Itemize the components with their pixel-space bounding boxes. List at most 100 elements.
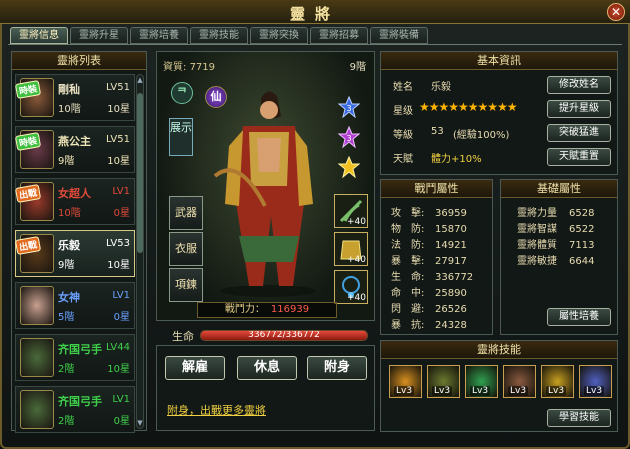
general-name: 齐国弓手 bbox=[58, 395, 102, 408]
attr-key: 靈將智謀 bbox=[517, 224, 557, 235]
general-name: 乐毅 bbox=[58, 239, 80, 252]
list-item[interactable]: 齐国弓手 LV44 2階 10星 bbox=[15, 334, 135, 381]
general-level: LV1 bbox=[112, 394, 130, 405]
gem-level-1: 3 bbox=[346, 104, 351, 113]
general-rank: 2階 bbox=[58, 416, 75, 427]
attr-value: 26526 bbox=[435, 304, 467, 315]
skill-icon[interactable]: Lv3 bbox=[465, 365, 498, 398]
rest-button[interactable]: 休息 bbox=[237, 356, 297, 380]
list-item[interactable]: 時裝 燕公主 LV51 9階 10星 bbox=[14, 126, 135, 173]
skill-icon[interactable]: Lv3 bbox=[579, 365, 612, 398]
exp-value: (經驗100%) bbox=[453, 130, 510, 141]
element-icon[interactable]: ᄏ bbox=[171, 82, 193, 104]
equip-necklace[interactable]: +40 bbox=[334, 270, 368, 304]
level-value: 53 bbox=[431, 126, 444, 137]
attr-key: 命 中: bbox=[391, 288, 425, 299]
power-label: 戰鬥力： bbox=[224, 304, 265, 315]
skill-icon[interactable]: Lv3 bbox=[389, 365, 422, 398]
attr-value: 14921 bbox=[435, 240, 467, 251]
tab-info[interactable]: 靈將信息 bbox=[10, 27, 68, 44]
equip-clothes[interactable]: +40 bbox=[334, 232, 368, 266]
more-generals-link[interactable]: 附身，出戰更多靈將 bbox=[167, 402, 266, 418]
skill-icon[interactable]: Lv3 bbox=[427, 365, 460, 398]
tab-skills[interactable]: 靈將技能 bbox=[190, 27, 248, 44]
attach-button[interactable]: 附身 bbox=[307, 356, 367, 380]
general-list-title: 靈將列表 bbox=[12, 52, 146, 70]
attr-value: 6528 bbox=[569, 208, 595, 219]
tab-recruit[interactable]: 靈將招募 bbox=[310, 27, 368, 44]
action-panel: 解雇 休息 附身 附身，出戰更多靈將 bbox=[156, 345, 375, 431]
aptitude-value: 7719 bbox=[189, 62, 216, 73]
aptitude-label: 資質: bbox=[163, 62, 187, 73]
necklace-slot[interactable]: 項鍊 bbox=[169, 268, 203, 302]
avatar bbox=[20, 286, 54, 325]
scroll-thumb[interactable] bbox=[137, 93, 143, 253]
weapon-slot[interactable]: 武器 bbox=[169, 196, 203, 230]
blue-star-gem-icon: 3 bbox=[338, 96, 360, 118]
equip-weapon[interactable]: +40 bbox=[334, 194, 368, 228]
character-figure-icon bbox=[213, 91, 316, 297]
skill-icon[interactable]: Lv3 bbox=[503, 365, 536, 398]
attr-value: 15870 bbox=[435, 224, 467, 235]
avatar bbox=[20, 338, 54, 377]
general-rank: 9階 bbox=[58, 156, 75, 167]
general-rank: 10階 bbox=[58, 104, 81, 115]
general-rank: 10階 bbox=[58, 208, 81, 219]
base-attrs-title: 基礎屬性 bbox=[501, 180, 617, 198]
name-value: 乐毅 bbox=[431, 82, 451, 93]
attr-value: 25890 bbox=[435, 288, 467, 299]
tab-equipment[interactable]: 靈將裝備 bbox=[370, 27, 428, 44]
general-list-panel: 靈將列表 時裝 剛秈 LV51 10階 10星 時裝 燕公主 LV51 9階 10星 出戰 女超人 LV… bbox=[11, 51, 147, 433]
list-scrollbar[interactable]: ▲ ▼ bbox=[136, 74, 144, 429]
general-stars: 0星 bbox=[113, 208, 130, 219]
list-item[interactable]: 時裝 剛秈 LV51 10階 10星 bbox=[14, 74, 135, 121]
list-item[interactable]: 女神 LV1 5階 0星 bbox=[15, 282, 135, 329]
list-item[interactable]: 齐国弓手 LV1 2階 0星 bbox=[15, 386, 135, 433]
general-level: LV51 bbox=[105, 82, 130, 93]
attr-value: 6644 bbox=[569, 256, 595, 267]
general-name: 女超人 bbox=[58, 187, 91, 200]
attr-key: 攻 擊: bbox=[391, 208, 425, 219]
show-button[interactable]: 展示 bbox=[169, 118, 193, 156]
general-name: 齐国弓手 bbox=[58, 343, 102, 356]
avatar bbox=[20, 390, 54, 429]
skills-panel: 靈將技能 Lv3 Lv3 Lv3 Lv3 Lv3 Lv3 學習技能 bbox=[380, 340, 618, 432]
aptitude: 資質: 7719 bbox=[163, 58, 215, 73]
fight-attr-row: 生 命: 336772 bbox=[391, 268, 473, 283]
base-attrs-panel: 基礎屬性 靈將力量 6528 靈將智謀 6522 靈將體質 7113 靈將敏捷 6644 屬性… bbox=[500, 179, 618, 335]
list-item[interactable]: 出戰 女超人 LV1 10階 0星 bbox=[14, 178, 135, 225]
rename-button[interactable]: 修改姓名 bbox=[547, 76, 611, 94]
hp-label: 生命 bbox=[172, 330, 194, 343]
scroll-up-icon[interactable]: ▲ bbox=[136, 75, 144, 85]
purple-star-gem-icon: 3 bbox=[338, 126, 360, 148]
general-level: LV53 bbox=[105, 238, 130, 249]
star-rating: ★★★★★★★★★★ bbox=[419, 100, 518, 114]
clothes-slot[interactable]: 衣服 bbox=[169, 232, 203, 266]
attr-key: 法 防: bbox=[391, 240, 425, 251]
level-label: 等級 bbox=[393, 130, 413, 141]
attr-key: 靈將敏捷 bbox=[517, 256, 557, 267]
skill-level: Lv3 bbox=[546, 386, 567, 396]
gem-level-2: 3 bbox=[346, 134, 351, 143]
tab-bar: 靈將信息 靈將升星 靈將培養 靈將技能 靈將突換 靈將招募 靈將裝備 bbox=[10, 27, 428, 45]
upstar-button[interactable]: 提升星級 bbox=[547, 100, 611, 118]
close-icon[interactable]: ✕ bbox=[607, 3, 625, 21]
general-level: LV51 bbox=[105, 134, 130, 145]
talent-reset-button[interactable]: 天賦重置 bbox=[547, 148, 611, 166]
learn-skill-button[interactable]: 學習技能 bbox=[547, 409, 611, 427]
base-attr-row: 靈將力量 6528 bbox=[517, 204, 594, 219]
skill-level: Lv3 bbox=[470, 386, 491, 396]
attr-train-button[interactable]: 屬性培養 bbox=[547, 308, 611, 326]
dismiss-button[interactable]: 解雇 bbox=[165, 356, 225, 380]
fight-attrs-panel: 戰鬥屬性 攻 擊: 36959 物 防: 15870 法 防: 14921 暴 擊: 2791… bbox=[380, 179, 493, 335]
scroll-down-icon[interactable]: ▼ bbox=[136, 418, 144, 428]
tab-train[interactable]: 靈將培養 bbox=[130, 27, 188, 44]
tab-exchange[interactable]: 靈將突換 bbox=[250, 27, 308, 44]
list-item[interactable]: 出戰 乐毅 LV53 9階 10星 bbox=[14, 230, 135, 277]
basic-info-title: 基本資訊 bbox=[381, 52, 617, 70]
skill-icon[interactable]: Lv3 bbox=[541, 365, 574, 398]
battle-power: 戰鬥力： 116939 bbox=[197, 302, 337, 318]
general-name: 剛秈 bbox=[58, 83, 80, 96]
breakthrough-button[interactable]: 突破猛進 bbox=[547, 124, 611, 142]
tab-upstar[interactable]: 靈將升星 bbox=[70, 27, 128, 44]
